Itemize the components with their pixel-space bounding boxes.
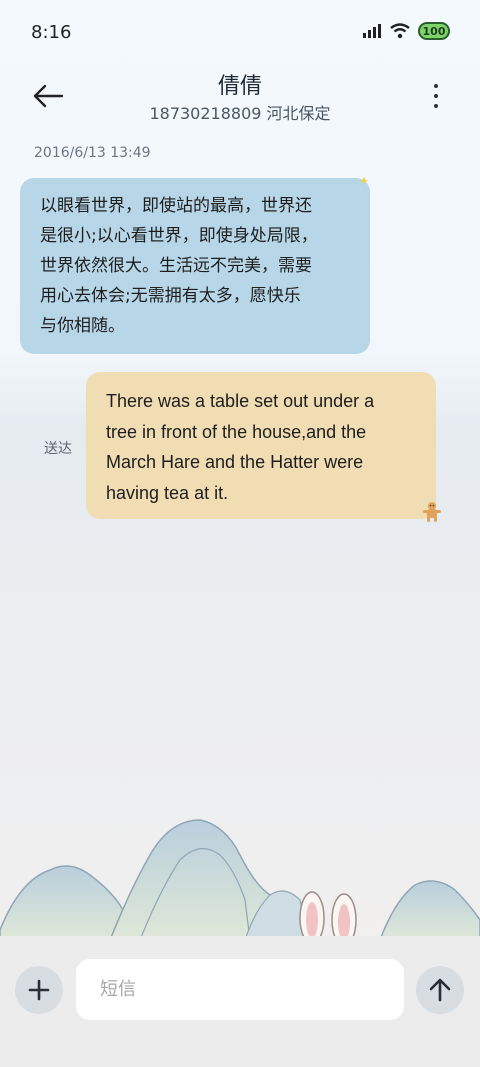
message-timestamp: 2016/6/13 13:49 [34,145,151,161]
conversation-header: 倩倩 18730218809 河北保定 [0,64,480,136]
incoming-message-line: 与你相随。 [40,316,125,336]
outgoing-message-bubble[interactable]: There was a table set out under a tree i… [86,372,436,519]
incoming-message-bubble[interactable]: 以眼看世界，即使站的最高，世界还 是很小;以心看世界，即使身处局限， 世界依然很… [20,178,370,354]
gingerbread-sticker-icon [423,502,441,522]
outgoing-message-line: tree in front of the house,and the [106,421,367,442]
delivered-status: 送达 [44,441,72,457]
status-bar: 8:16 100 [0,0,480,64]
wifi-icon [390,23,410,39]
outgoing-message-line: March Hare and the Hatter were [106,452,364,472]
arrow-up-icon [429,978,451,1002]
outgoing-message-line: There was a table set out under a [106,391,375,411]
add-attachment-button[interactable] [15,966,63,1014]
status-icons: 100 [362,22,450,40]
incoming-message-line: 世界依然很大。生活远不完美，需要 [40,256,312,276]
sms-input[interactable] [76,959,404,1020]
status-time: 8:16 [31,22,72,43]
sparkle-icon: ✦ [359,174,370,188]
composer-bar [0,936,480,1067]
outgoing-message-line: having tea at it. [106,482,229,503]
battery-icon: 100 [418,22,450,40]
incoming-message-line: 用心去体会;无需拥有太多，愿快乐 [40,286,301,306]
send-button[interactable] [416,966,464,1014]
incoming-message-line: 以眼看世界，即使站的最高，世界还 [40,196,312,216]
mountain-illustration [0,819,480,940]
more-vertical-icon [434,84,438,88]
more-options-button[interactable] [424,78,448,114]
contact-number-location: 18730218809 河北保定 [149,104,331,123]
signal-icon [363,24,381,38]
contact-name: 倩倩 [217,74,262,99]
incoming-message-line: 是很小;以心看世界，即使身处局限， [40,226,318,246]
plus-icon [28,979,50,1001]
